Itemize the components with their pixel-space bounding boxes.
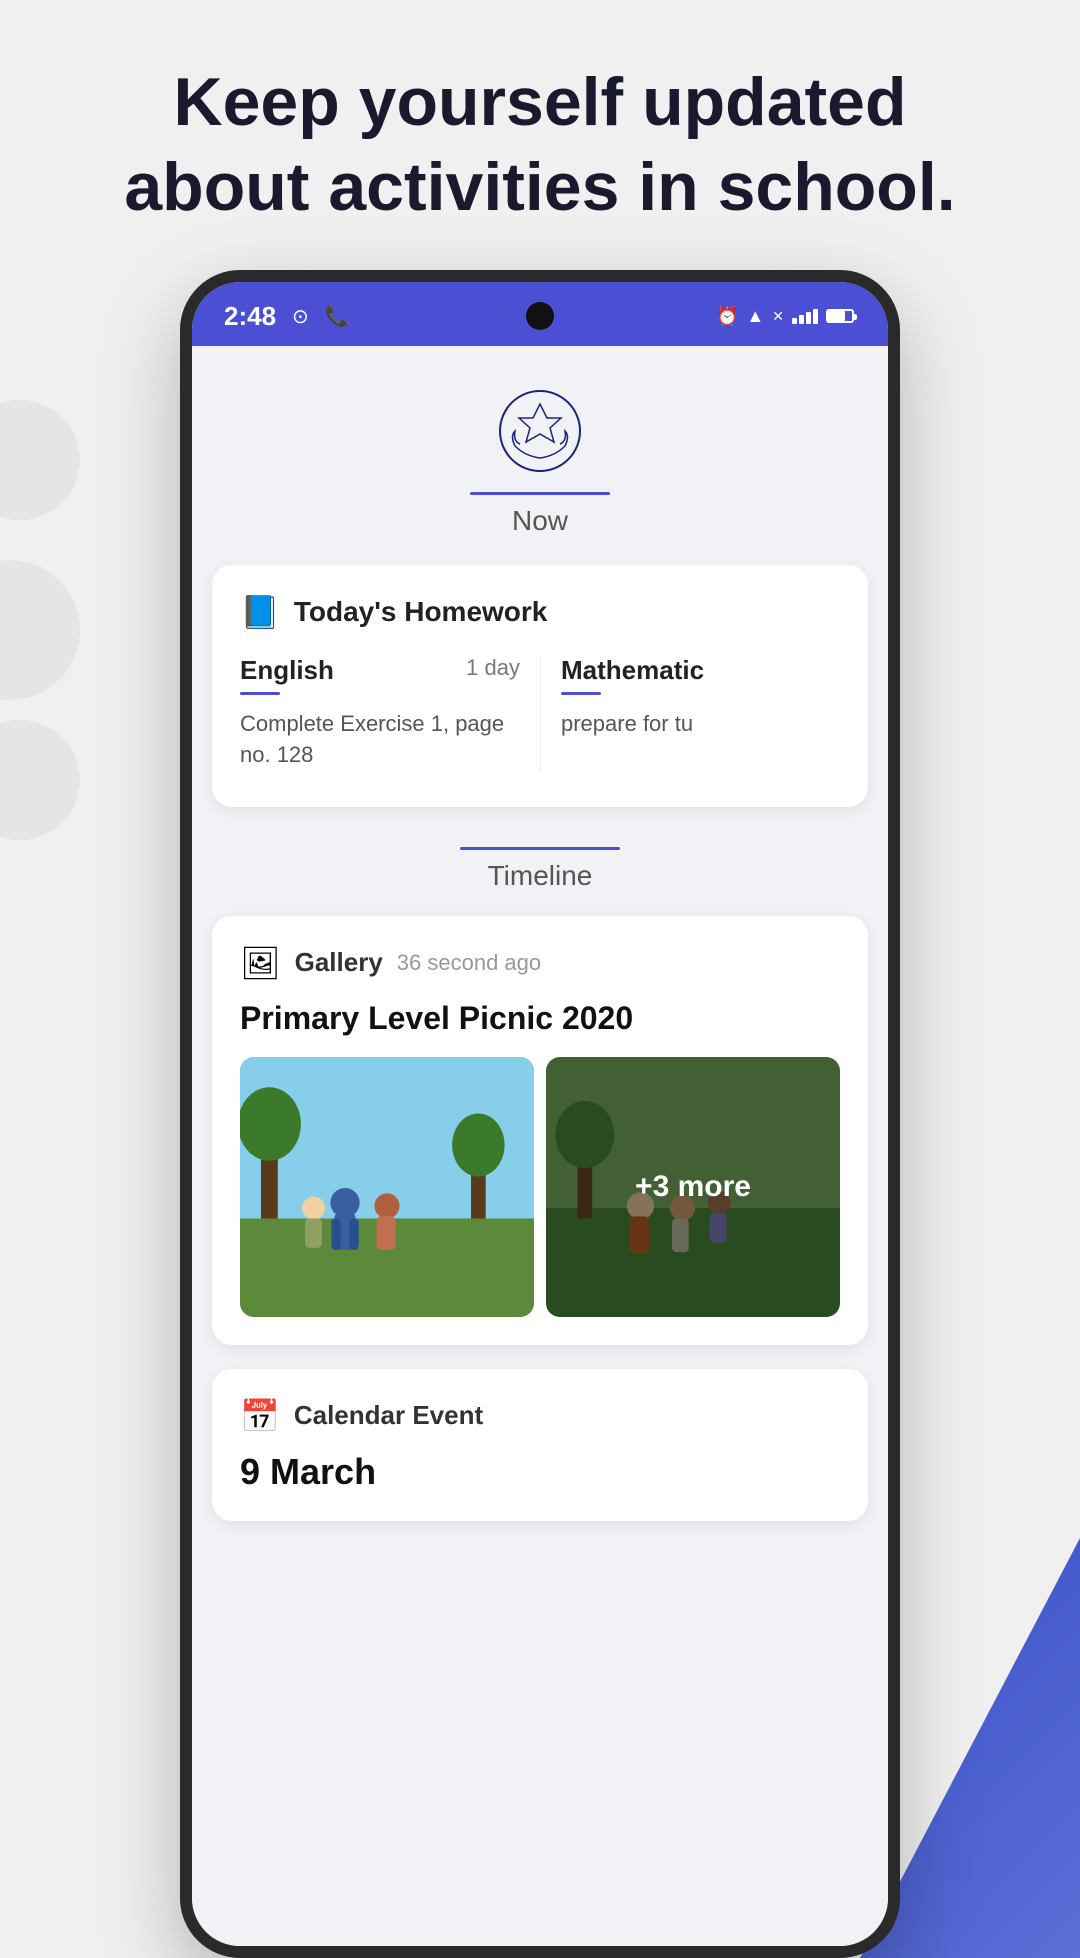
gallery-time: 36 second ago bbox=[397, 950, 541, 976]
gallery-photo-1[interactable] bbox=[240, 1057, 534, 1317]
school-logo bbox=[495, 386, 585, 476]
subject-due-english: 1 day bbox=[466, 655, 520, 681]
subject-underline-english bbox=[240, 692, 280, 695]
subject-desc-math: prepare for tu bbox=[561, 709, 820, 740]
now-tab-underline bbox=[470, 492, 610, 495]
battery-icon bbox=[826, 309, 856, 323]
gallery-photo-2[interactable]: +3 more bbox=[546, 1057, 840, 1317]
calendar-event-card[interactable]: 📅 Calendar Event 9 March bbox=[212, 1369, 868, 1521]
gallery-title: Primary Level Picnic 2020 bbox=[240, 1000, 840, 1037]
gallery-event-card[interactable]: 🖼 Gallery 36 second ago Primary Level Pi… bbox=[212, 916, 868, 1345]
homework-title: Today's Homework bbox=[294, 596, 548, 628]
phone-wrapper: 2:48 ⊙ 📞 ⏰ ▲ ✕ bbox=[0, 270, 1080, 1958]
subject-name-english: English bbox=[240, 655, 334, 686]
page-headline: Keep yourself updated about activities i… bbox=[80, 60, 1000, 230]
now-tab-label[interactable]: Now bbox=[512, 505, 568, 537]
homework-header: 📘 Today's Homework bbox=[240, 593, 840, 631]
alarm-icon: ⏰ bbox=[716, 306, 738, 327]
whatsapp-icon: 📞 bbox=[325, 304, 350, 329]
now-tab-container: Now bbox=[212, 492, 868, 537]
timeline-tab-container: Timeline bbox=[192, 847, 888, 892]
calendar-icon: 📅 bbox=[240, 1397, 280, 1435]
gallery-icon: 🖼 bbox=[240, 944, 281, 982]
subject-english[interactable]: English 1 day Complete Exercise 1, page … bbox=[240, 655, 540, 771]
calendar-date: 9 March bbox=[240, 1451, 840, 1493]
gallery-event-header: 🖼 Gallery 36 second ago bbox=[240, 944, 840, 982]
gallery-type: Gallery bbox=[295, 947, 383, 978]
camera-notch bbox=[526, 302, 554, 330]
notification-icon: ⊙ bbox=[292, 304, 309, 329]
phone-frame: 2:48 ⊙ 📞 ⏰ ▲ ✕ bbox=[180, 270, 900, 1958]
subject-mathematics[interactable]: Mathematic prepare for tu bbox=[540, 655, 840, 771]
more-count: +3 more bbox=[635, 1170, 751, 1204]
subject-desc-english: Complete Exercise 1, page no. 128 bbox=[240, 709, 520, 771]
subject-name-math: Mathematic bbox=[561, 655, 704, 686]
subject-underline-math bbox=[561, 692, 601, 695]
school-header: Now bbox=[192, 346, 888, 537]
signal-icon bbox=[792, 309, 818, 324]
calendar-event-header: 📅 Calendar Event bbox=[240, 1397, 840, 1435]
more-overlay: +3 more bbox=[546, 1057, 840, 1317]
homework-subjects: English 1 day Complete Exercise 1, page … bbox=[240, 655, 840, 771]
timeline-tab-underline bbox=[460, 847, 620, 850]
headline-section: Keep yourself updated about activities i… bbox=[0, 0, 1080, 270]
calendar-type: Calendar Event bbox=[294, 1400, 483, 1431]
timeline-tab-label[interactable]: Timeline bbox=[488, 860, 593, 892]
timeline-section: Timeline 🖼 Gallery 36 second ago Primary… bbox=[192, 847, 888, 1521]
gallery-grid: +3 more bbox=[240, 1057, 840, 1317]
app-content: Now 📘 Today's Homework English bbox=[192, 346, 888, 1946]
homework-icon: 📘 bbox=[240, 593, 280, 631]
wifi-icon: ▲ bbox=[746, 306, 764, 327]
status-icons-right: ⏰ ▲ ✕ bbox=[716, 306, 856, 327]
status-time: 2:48 bbox=[224, 301, 276, 332]
signal-x-icon: ✕ bbox=[772, 308, 784, 325]
homework-card: 📘 Today's Homework English 1 day C bbox=[212, 565, 868, 807]
